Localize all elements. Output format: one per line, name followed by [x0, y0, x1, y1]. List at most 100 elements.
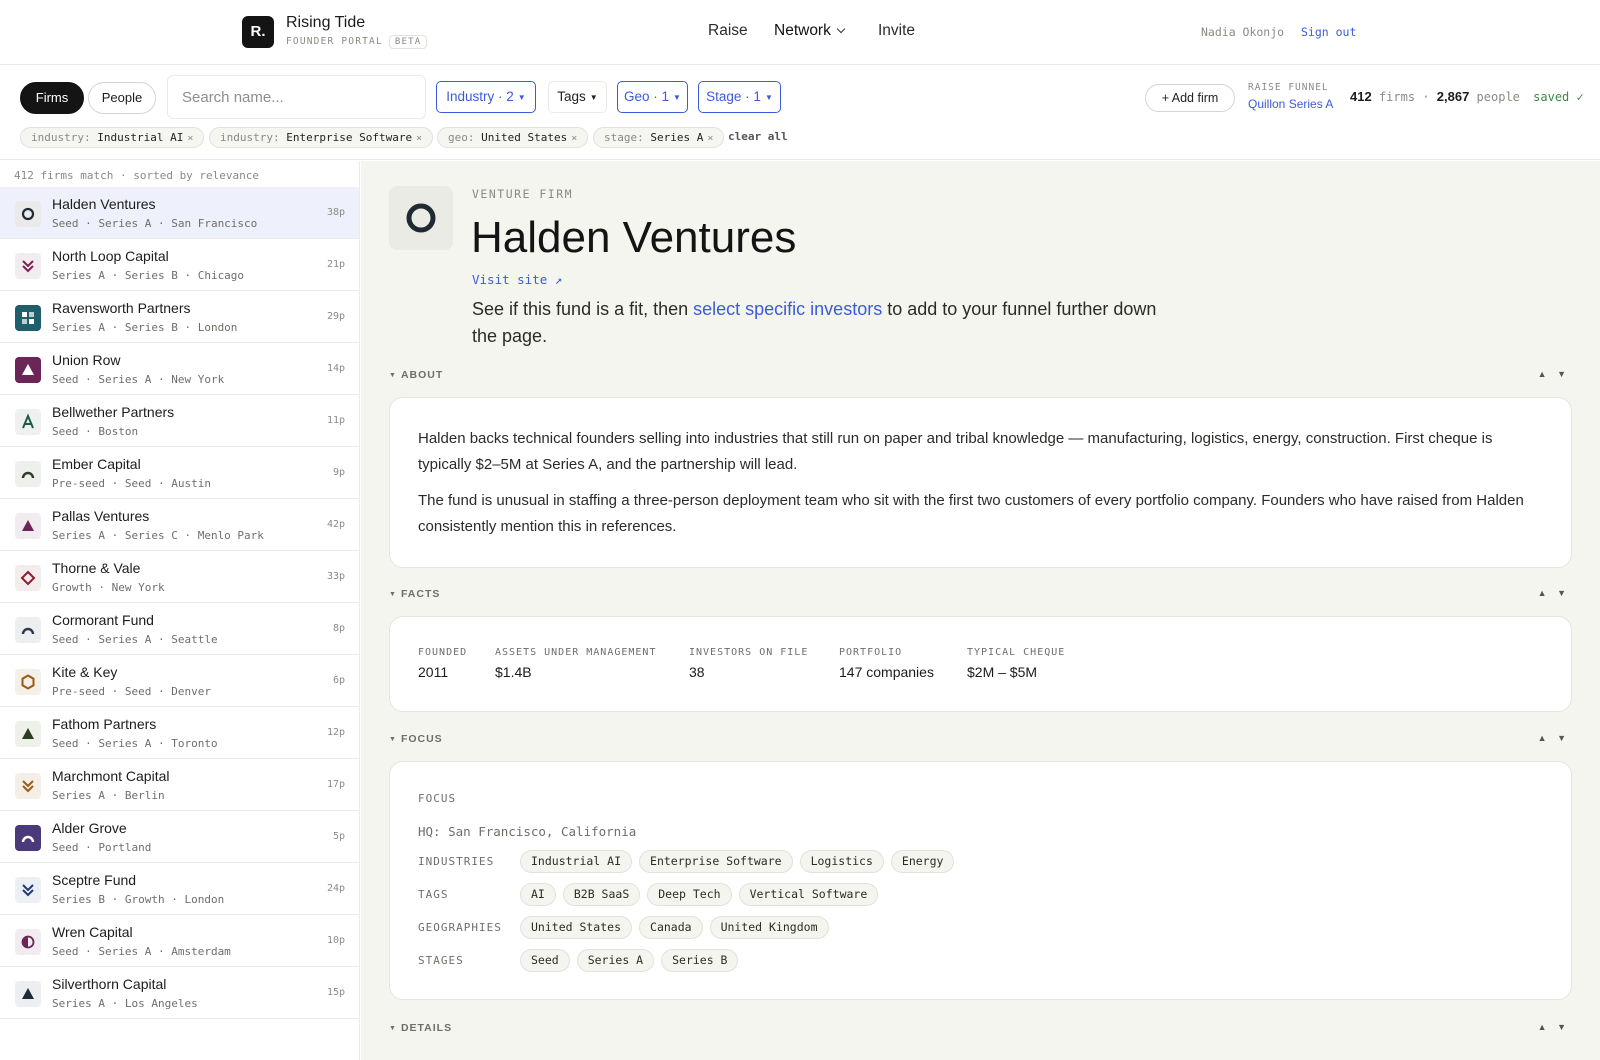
segment-firms[interactable]: Firms — [20, 82, 84, 114]
focus-hq: HQ: San Francisco, California — [418, 824, 637, 839]
firm-list-item[interactable]: Pallas Ventures Series A · Series C · Me… — [0, 499, 359, 551]
collapse-triangle-icon: ▼ — [389, 1025, 397, 1032]
firm-list-item[interactable]: North Loop Capital Series A · Series B ·… — [0, 239, 359, 291]
firm-name: Sceptre Fund — [52, 872, 137, 888]
firm-list-item[interactable]: Cormorant Fund Seed · Series A · Seattle… — [0, 603, 359, 655]
user-name: Nadia Okonjo — [1201, 25, 1285, 39]
clear-all-link[interactable]: clear all — [728, 130, 788, 143]
firm-list-item[interactable]: Sceptre Fund Series B · Growth · London … — [0, 863, 359, 915]
firm-name: Cormorant Fund — [52, 612, 154, 628]
firm-people-count: 11p — [326, 415, 345, 426]
arch-icon — [21, 835, 35, 843]
funnel-counts: 412 firms · 2,867 people saved ✓ — [1350, 89, 1584, 104]
firm-list-item[interactable]: Silverthorn Capital Series A · Los Angel… — [0, 967, 359, 1019]
firm-list-item[interactable]: Alder Grove Seed · Portland 5p — [0, 811, 359, 863]
intro-text: See if this fund is a fit, then — [472, 299, 694, 319]
firm-people-count: 14p — [326, 363, 345, 374]
firm-list-item[interactable]: Wren Capital Seed · Series A · Amsterdam… — [0, 915, 359, 967]
filter-chip-geo[interactable]: geo: United States × — [437, 127, 589, 148]
double-chevron-icon — [22, 260, 34, 273]
tag: Canada — [639, 916, 703, 939]
geo-filter-label: Geo · 1 — [624, 89, 670, 104]
fact-value: 2011 — [418, 664, 449, 680]
firm-list-item[interactable]: Thorne & Vale Growth · New York 33p — [0, 551, 359, 603]
firm-meta: Series B · Growth · London — [52, 893, 225, 906]
firm-meta: Seed · Series A · New York — [52, 373, 225, 386]
section-reorder-arrows[interactable]: ▲ ▼ — [1538, 733, 1570, 743]
fact-portfolio: PORTFOLIO 147 companies — [839, 647, 934, 680]
people-word: people — [1476, 90, 1520, 104]
chip-key: geo: — [448, 131, 475, 144]
geo-filter[interactable]: Geo · 1 ▼ — [617, 81, 688, 113]
firm-people-count: 15p — [326, 987, 345, 998]
firm-people-count: 10p — [326, 935, 345, 946]
facts-card: FOUNDED 2011 ASSETS UNDER MANAGEMENT $1.4B… — [389, 616, 1572, 712]
sign-out-link[interactable]: Sign out — [1301, 25, 1356, 39]
app-logo[interactable]: R. — [242, 16, 274, 48]
firm-icon — [15, 357, 41, 383]
close-icon[interactable]: × — [187, 133, 193, 144]
firm-people-count: 42p — [326, 519, 345, 530]
industry-filter[interactable]: Industry · 2 ▼ — [436, 81, 536, 113]
firm-list-item[interactable]: Marchmont Capital Series A · Berlin 17p — [0, 759, 359, 811]
focus-section-header[interactable]: ▼ FOCUS — [389, 733, 443, 745]
details-section-header[interactable]: ▼ DETAILS — [389, 1022, 452, 1034]
arch-icon — [21, 471, 35, 479]
firm-list-item[interactable]: Halden Ventures Seed · Series A · San Fr… — [0, 187, 359, 239]
firm-list-item[interactable]: Bellwether Partners Seed · Boston 11p — [0, 395, 359, 447]
firm-meta: Seed · Series A · San Francisco — [52, 217, 258, 230]
tags-filter[interactable]: Tags ▼ — [548, 81, 607, 113]
firm-list-item[interactable]: Kite & Key Pre-seed · Seed · Denver 6p — [0, 655, 359, 707]
raise-funnel-label: RAISE FUNNEL — [1248, 82, 1329, 93]
chip-value: Industrial AI — [97, 131, 184, 144]
fact-cheque: TYPICAL CHEQUE $2M – $5M — [967, 647, 1065, 680]
about-paragraph-1: Halden backs technical founders selling … — [418, 430, 1493, 473]
nav-network-label: Network — [774, 22, 831, 39]
about-section-header[interactable]: ▼ ABOUT — [389, 369, 443, 381]
firm-name: Pallas Ventures — [52, 508, 150, 524]
close-icon[interactable]: × — [571, 133, 577, 144]
top-bar: R. Rising Tide FOUNDER PORTAL BETA Raise … — [0, 0, 1600, 65]
firm-list-item[interactable]: Ember Capital Pre-seed · Seed · Austin 9… — [0, 447, 359, 499]
search-input[interactable] — [167, 75, 426, 119]
segment-people[interactable]: People — [88, 82, 156, 114]
section-reorder-arrows[interactable]: ▲ ▼ — [1538, 588, 1570, 598]
firm-meta: Series A · Series B · Chicago — [52, 269, 245, 282]
section-reorder-arrows[interactable]: ▲ ▼ — [1538, 1022, 1570, 1032]
chip-key: industry: — [31, 131, 91, 144]
triangle-icon — [22, 728, 34, 739]
firm-people-count: 8p — [332, 623, 345, 634]
fact-label: FOUNDED — [418, 647, 468, 658]
facts-section-header[interactable]: ▼ FACTS — [389, 588, 440, 600]
filter-chip-stage[interactable]: stage: Series A × — [593, 127, 725, 148]
firm-icon — [15, 929, 41, 955]
select-investors-link[interactable]: select specific investors — [693, 299, 882, 319]
firm-meta: Seed · Series A · Amsterdam — [52, 945, 231, 958]
filter-chip-industry-ai[interactable]: industry: Industrial AI × — [20, 127, 205, 148]
add-firm-button[interactable]: + Add firm — [1145, 84, 1235, 112]
nav-network[interactable]: Network — [774, 22, 846, 40]
visit-site-link[interactable]: Visit site ↗ — [472, 272, 562, 287]
list-summary: 412 firms match · sorted by relevance — [14, 169, 260, 182]
nav-raise[interactable]: Raise — [708, 22, 748, 40]
firm-list-item[interactable]: Ravensworth Partners Series A · Series B… — [0, 291, 359, 343]
industries-label: INDUSTRIES — [418, 855, 495, 868]
filter-chip-industry-software[interactable]: industry: Enterprise Software × — [209, 127, 434, 148]
stage-filter[interactable]: Stage · 1 ▼ — [698, 81, 781, 113]
nav-invite[interactable]: Invite — [878, 22, 915, 40]
firm-list-item[interactable]: Fathom Partners Seed · Series A · Toront… — [0, 707, 359, 759]
firm-icon — [15, 669, 41, 695]
close-icon[interactable]: × — [416, 133, 422, 144]
raise-funnel-name[interactable]: Quillon Series A — [1248, 97, 1333, 111]
tag: AI — [520, 883, 556, 906]
firm-intro: See if this fund is a fit, then select s… — [472, 296, 1172, 350]
firm-people-count: 5p — [332, 831, 345, 842]
half-circle-icon — [21, 935, 35, 949]
firm-people-count: 6p — [332, 675, 345, 686]
close-icon[interactable]: × — [707, 133, 713, 144]
chip-value: Series A — [650, 131, 704, 144]
triangle-icon — [22, 988, 34, 999]
circle-icon — [406, 203, 436, 233]
section-reorder-arrows[interactable]: ▲ ▼ — [1538, 369, 1570, 379]
firm-list-item[interactable]: Union Row Seed · Series A · New York 14p — [0, 343, 359, 395]
